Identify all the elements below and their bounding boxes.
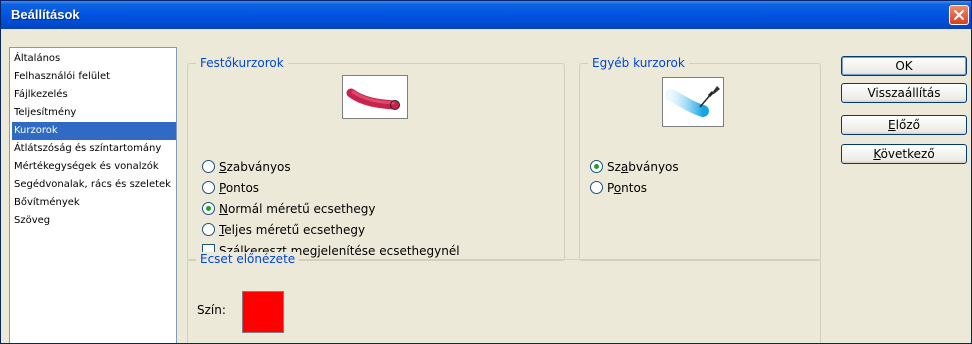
painting-cursors-legend: Festőkurzorok [196, 56, 288, 70]
other-cursors-group: Egyéb kurzorok Szabványos Pontos [579, 56, 821, 261]
category-item-file-handling[interactable]: Fájlkezelés [12, 86, 176, 104]
option-label: Pontos [607, 181, 648, 195]
color-label: Szín: [197, 303, 226, 317]
eyedropper-icon [665, 86, 720, 117]
brush-preview-legend: Ecset előnézete [196, 252, 300, 266]
category-item-transparency[interactable]: Átlátszóság és színtartomány [12, 140, 176, 158]
category-item-guides-grid[interactable]: Segédvonalak, rács és szeletek [12, 176, 176, 194]
radio-indicator [202, 202, 215, 215]
other-cursor-preview [662, 77, 724, 127]
other-standard-radio[interactable]: Szabványos [590, 158, 790, 176]
option-label: Pontos [219, 181, 260, 195]
radio-indicator [202, 181, 215, 194]
title-bar[interactable]: Beállítások [1, 1, 971, 29]
category-item-cursors[interactable]: Kurzorok [12, 122, 176, 140]
close-icon [954, 10, 964, 20]
paint-stroke-icon [346, 88, 400, 110]
painting-full-brush-radio[interactable]: Teljes méretű ecsethegy [202, 221, 442, 239]
category-item-general[interactable]: Általános [12, 50, 176, 68]
painting-standard-radio[interactable]: Szabványos [202, 158, 402, 176]
category-item-type[interactable]: Szöveg [12, 212, 176, 230]
dialog-content: Általános Felhasználói felület Fájlkezel… [1, 29, 971, 343]
radio-indicator [202, 223, 215, 236]
preferences-dialog: Beállítások Általános Felhasználói felül… [0, 0, 972, 344]
other-cursors-legend: Egyéb kurzorok [588, 56, 689, 70]
previous-button[interactable]: Előző [841, 115, 967, 135]
next-button[interactable]: Következő [841, 144, 967, 164]
reset-button[interactable]: Visszaállítás [841, 83, 967, 103]
brush-preview-group: Ecset előnézete Szín: [187, 252, 821, 343]
option-label: Teljes méretű ecsethegy [219, 223, 366, 237]
painting-precise-radio[interactable]: Pontos [202, 179, 402, 197]
close-button[interactable] [949, 5, 969, 25]
category-list[interactable]: Általános Felhasználói felület Fájlkezel… [9, 47, 177, 343]
other-precise-radio[interactable]: Pontos [590, 179, 790, 197]
option-label: Normál méretű ecsethegy [219, 202, 376, 216]
category-item-interface[interactable]: Felhasználói felület [12, 68, 176, 86]
category-item-plugins[interactable]: Bővítmények [12, 194, 176, 212]
radio-indicator [590, 181, 603, 194]
option-label: Szabványos [219, 160, 291, 174]
painting-normal-brush-radio[interactable]: Normál méretű ecsethegy [202, 200, 442, 218]
option-label: Szabványos [607, 160, 679, 174]
radio-indicator [590, 160, 603, 173]
ok-button[interactable]: OK [841, 56, 967, 76]
painting-cursor-preview [342, 75, 408, 119]
category-item-units-rulers[interactable]: Mértékegységek és vonalzók [12, 158, 176, 176]
window-title: Beállítások [11, 7, 80, 22]
painting-cursors-group: Festőkurzorok Szabványos Pontos Normál m… [187, 56, 565, 261]
radio-indicator [202, 160, 215, 173]
category-item-performance[interactable]: Teljesítmény [12, 104, 176, 122]
brush-color-swatch[interactable] [242, 291, 284, 333]
